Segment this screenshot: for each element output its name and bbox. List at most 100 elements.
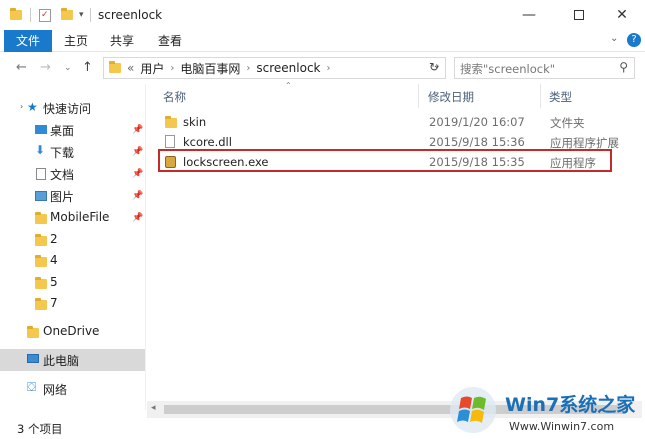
sidebar-item-label: 下载 — [50, 146, 75, 160]
folder-icon — [27, 326, 39, 338]
pin-icon: 📌 — [132, 169, 144, 179]
folder-icon — [35, 255, 47, 267]
search-input[interactable]: 搜索"screenlock" ⚲ — [454, 57, 635, 79]
sidebar-item-label: 5 — [50, 275, 58, 289]
sidebar-item-5[interactable]: 5 — [0, 272, 145, 294]
item-count: 3 个项目 — [17, 422, 63, 436]
properties-icon[interactable]: ✓ — [39, 8, 51, 22]
expand-icon: › — [20, 102, 24, 111]
watermark: Win7系统之家 Www.Winwin7.com — [449, 384, 645, 439]
sidebar-item-label: 2 — [50, 232, 58, 246]
breadcrumb-users[interactable]: 用户 — [140, 60, 164, 77]
folder-icon — [35, 234, 47, 246]
recent-locations-button[interactable]: ⌄ — [64, 63, 72, 73]
navigation-pane: › ★ 快速访问 桌面 📌 ⬇ 下载 📌 文档 📌 图片 📌 MobileFil… — [0, 92, 147, 410]
forward-button[interactable]: → — [40, 60, 51, 75]
chevron-right-icon[interactable]: › — [170, 63, 174, 74]
tab-home[interactable]: 主页 — [56, 30, 96, 52]
up-button[interactable]: ↑ — [82, 60, 93, 75]
sidebar-item-desktop[interactable]: 桌面 📌 — [0, 119, 145, 141]
column-header-date[interactable]: 修改日期 — [428, 89, 474, 105]
sidebar-item-label: OneDrive — [43, 324, 100, 338]
customize-toolbar-icon[interactable]: ▾ — [79, 10, 84, 20]
sidebar-item-4[interactable]: 4 — [0, 250, 145, 272]
search-placeholder: 搜索"screenlock" — [460, 62, 556, 76]
tab-share[interactable]: 共享 — [102, 30, 142, 52]
ribbon-tabs: 文件 主页 共享 查看 ⌄ ? — [0, 30, 645, 52]
minimize-button[interactable]: — — [506, 0, 552, 30]
help-icon[interactable]: ? — [627, 33, 641, 47]
sidebar-item-network[interactable]: ⛋ 网络 — [0, 378, 145, 400]
file-name: kcore.dll — [183, 135, 232, 149]
new-folder-icon[interactable] — [61, 8, 73, 20]
sidebar-item-label: 此电脑 — [43, 354, 80, 368]
sidebar-item-7[interactable]: 7 — [0, 293, 145, 315]
breadcrumb-user[interactable]: 电脑百事网 — [180, 60, 240, 77]
expand-ribbon-icon[interactable]: ⌄ — [610, 33, 618, 44]
file-date: 2019/1/20 16:07 — [429, 115, 525, 129]
document-icon — [36, 168, 46, 180]
title-bar: ✓ ▾ screenlock — ✕ — [0, 0, 645, 30]
sidebar-item-downloads[interactable]: ⬇ 下载 📌 — [0, 141, 145, 163]
pin-icon: 📌 — [132, 213, 144, 223]
sidebar-item-pictures[interactable]: 图片 📌 — [0, 185, 145, 207]
pin-icon: 📌 — [132, 191, 144, 201]
computer-icon — [27, 354, 39, 363]
close-button[interactable]: ✕ — [599, 0, 645, 30]
chevron-right-icon[interactable]: › — [327, 63, 331, 74]
column-header-name[interactable]: 名称 — [163, 89, 186, 105]
refresh-icon[interactable]: ↻ — [429, 60, 439, 74]
tab-file[interactable]: 文件 — [4, 30, 52, 52]
highlight-box — [158, 149, 612, 172]
folder-icon — [109, 61, 121, 73]
sidebar-item-label: MobileFile — [50, 210, 110, 224]
folder-icon — [35, 277, 47, 289]
watermark-url: Www.Winwin7.com — [509, 420, 615, 433]
watermark-brand: Win7系统之家 — [505, 394, 636, 416]
sidebar-item-label: 文档 — [50, 168, 75, 182]
sidebar-item-label: 图片 — [50, 190, 75, 204]
folder-icon — [35, 298, 47, 310]
sidebar-item-mobilefile[interactable]: MobileFile 📌 — [0, 207, 145, 229]
maximize-icon — [574, 10, 584, 20]
desktop-icon — [35, 125, 47, 134]
file-row-skin[interactable]: skin 2019/1/20 16:07 文件夹 — [157, 112, 622, 132]
sidebar-item-this-pc[interactable]: 此电脑 — [0, 349, 145, 371]
address-row: ← → ⌄ ↑ « 用户 › 电脑百事网 › screenlock › ⌄ ↻ … — [0, 52, 645, 84]
pane-divider[interactable] — [145, 84, 146, 410]
sidebar-item-label: 桌面 — [50, 124, 75, 138]
tab-view[interactable]: 查看 — [150, 30, 190, 52]
scroll-left-icon[interactable]: ◂ — [151, 403, 156, 413]
sort-up-icon: ⌃ — [285, 81, 292, 90]
back-button[interactable]: ← — [16, 60, 27, 75]
address-bar[interactable]: « 用户 › 电脑百事网 › screenlock › ⌄ — [103, 57, 446, 79]
quick-access-toolbar: ✓ ▾ — [10, 8, 91, 22]
star-icon: ★ — [27, 100, 38, 114]
sidebar-item-2[interactable]: 2 — [0, 229, 145, 251]
breadcrumb-screenlock[interactable]: screenlock — [256, 61, 320, 75]
file-type: 文件夹 — [550, 116, 585, 130]
minimize-icon: — — [522, 7, 536, 23]
sidebar-item-label: 7 — [50, 296, 58, 310]
sidebar-item-label: 网络 — [43, 383, 68, 397]
window-title: screenlock — [98, 8, 163, 22]
pictures-icon — [35, 191, 47, 201]
pin-icon: 📌 — [132, 125, 144, 135]
file-date: 2015/9/18 15:36 — [429, 135, 525, 149]
network-icon: ⛋ — [27, 380, 37, 394]
dll-file-icon — [165, 135, 175, 148]
chevron-right-icon[interactable]: › — [246, 63, 250, 74]
file-name: skin — [183, 115, 207, 129]
search-icon: ⚲ — [619, 60, 628, 74]
sidebar-item-quick-access[interactable]: › ★ 快速访问 — [0, 97, 145, 119]
pin-icon: 📌 — [132, 147, 144, 157]
maximize-button[interactable] — [556, 0, 602, 30]
folder-icon — [35, 212, 47, 224]
close-icon: ✕ — [616, 7, 628, 23]
sidebar-item-documents[interactable]: 文档 📌 — [0, 163, 145, 185]
download-icon: ⬇ — [35, 143, 46, 157]
folder-icon — [10, 8, 22, 20]
sidebar-item-onedrive[interactable]: OneDrive — [0, 321, 145, 343]
column-header-type[interactable]: 类型 — [549, 89, 572, 105]
breadcrumb-overflow[interactable]: « — [127, 61, 134, 75]
